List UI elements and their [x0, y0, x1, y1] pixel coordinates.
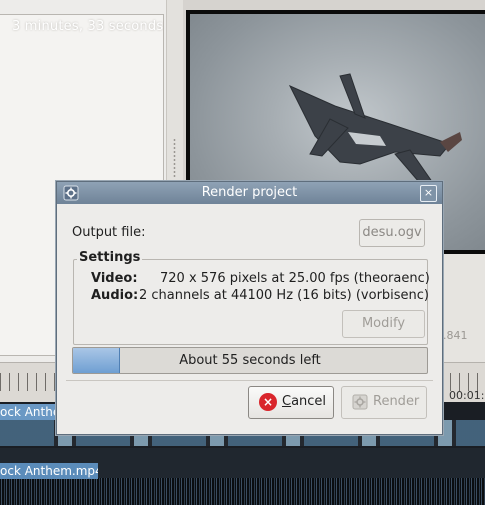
render-progress-bar: About 55 seconds left — [72, 347, 428, 374]
close-icon[interactable]: × — [420, 185, 437, 202]
duration-label: 3 minutes, 33 seconds — [12, 19, 164, 34]
render-gear-icon — [352, 394, 368, 410]
dialog-titlebar[interactable]: Render project × — [57, 182, 442, 204]
audio-value: 2 channels at 44100 Hz (16 bits) (vorbis… — [139, 288, 430, 303]
render-button[interactable]: Render — [341, 386, 427, 419]
cancel-button[interactable]: × Cancel — [248, 386, 334, 419]
ruler-time-label: 00:01:2 — [449, 389, 485, 402]
cancel-icon: × — [259, 393, 277, 411]
video-label: Video: — [91, 271, 138, 286]
audio-waveform[interactable] — [0, 478, 485, 505]
render-project-dialog: Render project × Output file: desu.ogv S… — [56, 181, 443, 435]
output-file-label: Output file: — [72, 225, 146, 240]
audio-settings-row: Audio: 2 channels at 44100 Hz (16 bits) … — [91, 288, 429, 303]
modify-button[interactable]: Modify — [342, 310, 425, 338]
output-file-button[interactable]: desu.ogv — [359, 219, 425, 247]
button-separator — [66, 380, 433, 381]
dialog-title: Render project — [201, 185, 298, 200]
position-readout: .841 — [443, 329, 468, 342]
render-label: Render — [373, 394, 420, 409]
audio-label: Audio: — [91, 288, 139, 303]
progress-text: About 55 seconds left — [179, 353, 321, 368]
video-settings-row: Video: 720 x 576 pixels at 25.00 fps (th… — [91, 271, 430, 286]
video-value: 720 x 576 pixels at 25.00 fps (theoraenc… — [160, 271, 430, 286]
settings-heading: Settings — [77, 250, 143, 265]
properties-panel — [440, 254, 485, 362]
cancel-label: Cancel — [282, 394, 327, 409]
audio-clip-label: ock Anthem.mp4 — [0, 463, 98, 479]
